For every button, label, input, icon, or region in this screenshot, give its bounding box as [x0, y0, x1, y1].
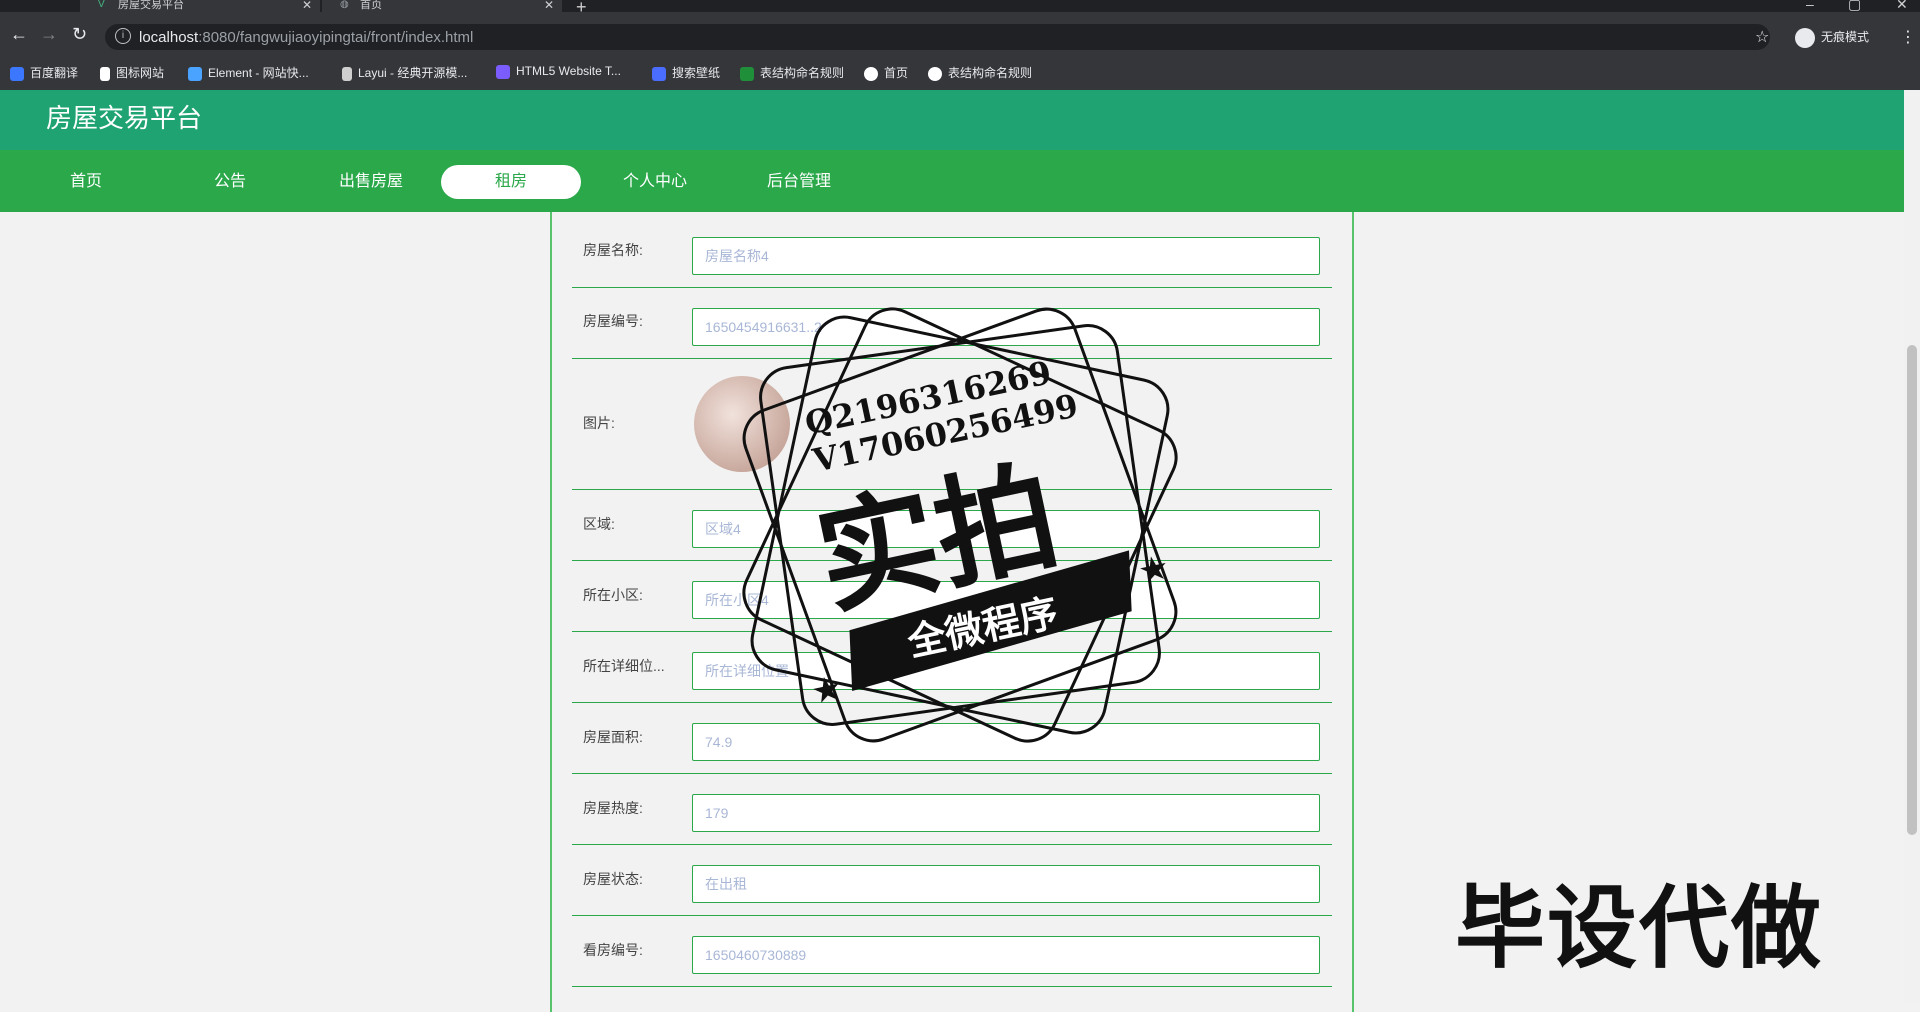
field-label: 房屋面积: [583, 729, 643, 745]
bookmarks-bar: 百度翻译 图标网站 Element - 网站快... Layui - 经典开源模… [0, 58, 1920, 90]
globe-icon: ◍ [340, 0, 349, 10]
popularity-input[interactable]: 179 [692, 794, 1320, 832]
bookmark-item[interactable]: Layui - 经典开源模... [342, 64, 467, 81]
bookmark-label: Element - 网站快... [208, 66, 309, 80]
bookmark-label: HTML5 Website T... [516, 64, 621, 78]
url-text: localhost:8080/fangwujiaoyipingtai/front… [139, 29, 473, 46]
browser-tab-strip: V 房屋交易平台 ✕ ◍ 首页 ✕ + – ▢ ✕ [0, 0, 1920, 17]
bookmark-label: 表结构命名规则 [760, 66, 845, 80]
nav-notice[interactable]: 公告 [160, 165, 300, 199]
incognito-icon [1795, 28, 1815, 48]
close-tab-icon[interactable]: ✕ [302, 0, 312, 11]
bookmark-item[interactable]: 首页 [864, 64, 908, 81]
globe-icon [928, 66, 942, 81]
bookmark-label: 搜索壁纸 [672, 66, 721, 80]
more-menu-icon[interactable]: ⋮ [1900, 27, 1916, 47]
nav-personal-center[interactable]: 个人中心 [585, 165, 725, 199]
bookmark-star-icon[interactable]: ☆ [1755, 27, 1769, 47]
browser-tab-2[interactable]: ◍ 首页 ✕ [322, 0, 562, 12]
tab-title: 房屋交易平台 [118, 0, 184, 11]
site-nav: 首页 公告 出售房屋 租房 个人中心 后台管理 [0, 150, 1904, 212]
field-label: 房屋编号: [583, 313, 643, 329]
bookmark-label: 首页 [884, 66, 909, 80]
tab-title: 首页 [360, 0, 382, 11]
status-input[interactable]: 在出租 [692, 865, 1320, 903]
form-row-status: 房屋状态: 在出租 [572, 844, 1332, 916]
nav-admin[interactable]: 后台管理 [729, 165, 869, 199]
field-label: 房屋名称: [583, 242, 643, 258]
site-header: 房屋交易平台 [0, 90, 1904, 150]
back-icon[interactable]: ← [10, 24, 28, 45]
element-icon [188, 66, 202, 81]
bookmark-item[interactable]: 表结构命名规则 [740, 64, 844, 81]
bookmark-item[interactable]: 百度翻译 [10, 64, 78, 81]
watermark-stamp: Q2196316269 V17060256499 实拍 全微程序 ★ ★ [742, 307, 1178, 743]
info-icon[interactable]: i [115, 28, 131, 44]
field-label: 区域: [583, 516, 615, 532]
house-name-input[interactable]: 房屋名称4 [692, 237, 1320, 275]
close-tab-icon[interactable]: ✕ [544, 0, 554, 11]
bookmark-label: Layui - 经典开源模... [358, 66, 468, 80]
nav-home[interactable]: 首页 [16, 165, 156, 199]
url-path: :8080/fangwujiaoyipingtai/front/index.ht… [198, 29, 474, 46]
reload-icon[interactable]: ↻ [72, 24, 87, 45]
url-field[interactable]: i localhost:8080/fangwujiaoyipingtai/fro… [105, 24, 1770, 50]
field-label: 房屋状态: [583, 871, 643, 887]
field-label: 所在详细位... [583, 658, 665, 674]
field-label: 房屋热度: [583, 800, 643, 816]
bookmark-item[interactable]: Element - 网站快... [188, 64, 309, 81]
bookmark-item[interactable]: 表结构命名规则 [928, 64, 1032, 81]
nav-rent[interactable]: 租房 [441, 165, 581, 199]
form-row-viewing-number: 看房编号: 1650460730889 [572, 915, 1332, 987]
browser-tab-1[interactable]: V 房屋交易平台 ✕ [80, 0, 320, 12]
bookmark-label: 表结构命名规则 [948, 66, 1033, 80]
minimize-icon[interactable]: – [1806, 0, 1814, 12]
layui-icon [342, 66, 352, 81]
incognito-label: 无痕模式 [1821, 30, 1870, 45]
field-label: 图片: [583, 415, 615, 431]
bookmark-label: 百度翻译 [30, 66, 79, 80]
wallpaper-icon [652, 66, 666, 81]
url-host: localhost [139, 29, 199, 46]
field-label: 看房编号: [583, 942, 643, 958]
globe-icon [864, 66, 878, 81]
nav-sale-house[interactable]: 出售房屋 [301, 165, 441, 199]
viewing-number-input[interactable]: 1650460730889 [692, 936, 1320, 974]
bookmark-item[interactable]: HTML5 Website T... [496, 64, 621, 79]
flag-icon [100, 66, 110, 81]
bookmark-item[interactable]: 搜索壁纸 [652, 64, 720, 81]
html5-icon [496, 64, 510, 79]
scrollbar-thumb[interactable] [1907, 345, 1917, 835]
star-icon: ★ [808, 669, 846, 713]
bookmark-label: 图标网站 [116, 66, 165, 80]
corner-watermark: 毕设代做 [1455, 879, 1823, 979]
star-icon: ★ [1135, 548, 1173, 592]
form-row-popularity: 房屋热度: 179 [572, 773, 1332, 845]
field-label: 所在小区: [583, 587, 643, 603]
bookmark-item[interactable]: 图标网站 [100, 64, 164, 81]
sheet-icon [740, 66, 754, 81]
form-row-house-name: 房屋名称: 房屋名称4 [572, 212, 1332, 288]
translate-icon [10, 66, 24, 81]
forward-icon[interactable]: → [40, 24, 58, 45]
site-title[interactable]: 房屋交易平台 [26, 96, 222, 140]
vue-icon: V [98, 0, 105, 10]
